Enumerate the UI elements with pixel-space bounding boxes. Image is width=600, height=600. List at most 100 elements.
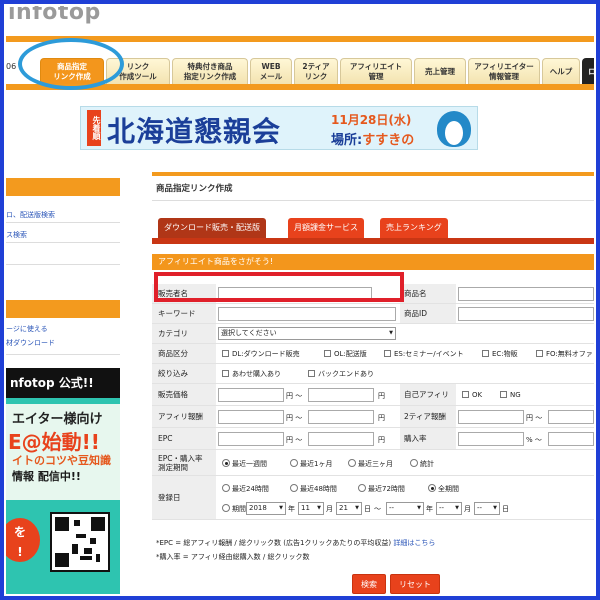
epc-min-input[interactable]	[218, 432, 284, 446]
tab-bonus-link[interactable]: 特典付き商品 指定リンク作成	[172, 58, 248, 84]
subtab-ranking[interactable]: 売上ランキング	[380, 218, 448, 238]
self-ng-checkbox[interactable]	[500, 391, 507, 398]
site-logo[interactable]: infotop	[8, 6, 101, 25]
search-button[interactable]: 検索	[352, 574, 386, 594]
month-from-select[interactable]: 11	[298, 502, 324, 515]
promo-line1: エイター様向け	[12, 412, 103, 427]
main-nav: 06 商品指定 リンク作成 リンク 作成ツール 特典付き商品 指定リンク作成 W…	[6, 48, 594, 88]
event-banner[interactable]: 先着順 北海道懇親会 11月28日(水) 場所:すすきの	[80, 106, 478, 150]
sidebar-link-search[interactable]: ス検索	[6, 230, 27, 240]
filter-backend-label: バックエンドあり	[318, 370, 374, 378]
day-to-select[interactable]: --	[474, 502, 500, 515]
self-affiliate-label: 自己アフィリ	[400, 384, 456, 405]
price-yen: 円	[378, 392, 385, 400]
epc-note-text: *EPC = 総アフィリ報酬 / 総クリック数 (広告1クリックあたりの平均収益…	[156, 539, 392, 547]
period-stats-radio[interactable]	[410, 459, 418, 467]
type-dl-checkbox[interactable]	[222, 350, 229, 357]
type-es-checkbox[interactable]	[384, 350, 391, 357]
month-to-select[interactable]: --	[436, 502, 462, 515]
promo-body: エイター様向け E@始動!! イトのコツや豆知識 情報 配信中!!	[6, 402, 120, 500]
reg-72h-radio[interactable]	[358, 484, 366, 492]
reward-min-input[interactable]	[218, 410, 284, 424]
screenshot-frame: infotop 06 商品指定 リンク作成 リンク 作成ツール 特典付き商品 指…	[0, 0, 600, 600]
epc-label: EPC	[152, 428, 216, 449]
epc-max-input[interactable]	[308, 432, 374, 446]
type-dl-label: DL:ダウンロード販売	[232, 350, 300, 358]
reg-72h-label: 最近72時間	[368, 485, 405, 493]
year-to-select[interactable]: --	[386, 502, 424, 515]
epc-yen-tilde: 円 ～	[286, 436, 303, 444]
tab-affiliator-info[interactable]: アフィリエイター 情報管理	[468, 58, 540, 84]
tab-help[interactable]: ヘルプ	[542, 58, 580, 84]
rate-note: *購入率 = アフィリ経由総購入数 / 総クリック数	[156, 553, 310, 561]
type-ec-label: EC:物販	[492, 350, 518, 358]
reg-48h-radio[interactable]	[290, 484, 298, 492]
tab-affiliate-manage[interactable]: アフィリエイト 管理	[340, 58, 412, 84]
subtab-download[interactable]: ダウンロード販売・配送版	[158, 218, 266, 238]
sidebar-link-dl-search[interactable]: ロ、配送版検索	[6, 210, 55, 220]
period-3month-radio[interactable]	[348, 459, 356, 467]
type-ol-label: OL:配送版	[334, 350, 367, 358]
category-select[interactable]: 選択してください	[218, 327, 396, 340]
year-from-select[interactable]: 2018	[246, 502, 286, 515]
price-min-input[interactable]	[218, 388, 284, 402]
self-ok-checkbox[interactable]	[462, 391, 469, 398]
period-week-radio[interactable]	[222, 459, 230, 467]
tier2-max-input[interactable]	[548, 410, 594, 424]
filter-backend-checkbox[interactable]	[308, 370, 315, 377]
period-month-radio[interactable]	[290, 459, 298, 467]
sidebar-header-materials	[6, 300, 120, 318]
tier2-yen-tilde: 円 ～	[526, 414, 543, 422]
row-price: 販売価格 円 ～ 円 自己アフィリ OK NG	[152, 384, 594, 406]
row-keyword: キーワード 商品ID	[152, 304, 594, 324]
filter-combo-checkbox[interactable]	[222, 370, 229, 377]
sidebar-divider	[6, 354, 120, 355]
product-name-input[interactable]	[458, 287, 594, 301]
epc-note: *EPC = 総アフィリ報酬 / 総クリック数 (広告1クリックあたりの平均収益…	[156, 538, 435, 548]
reward-label: アフィリ報酬	[152, 406, 216, 427]
reset-button[interactable]: リセット	[390, 574, 440, 594]
row-epc-period: EPC・購入率 測定期間 最近一週間 最近1ヶ月 最近三ヶ月 統計	[152, 450, 594, 476]
type-ol-checkbox[interactable]	[324, 350, 331, 357]
reg-period-label: 期間	[232, 505, 246, 513]
rate-max-input[interactable]	[548, 432, 594, 446]
subtab-bar	[152, 238, 594, 244]
sidebar-link-page-use[interactable]: ージに使える	[6, 324, 48, 334]
product-id-input[interactable]	[458, 307, 594, 321]
keyword-input[interactable]	[218, 307, 396, 321]
seller-name-input[interactable]	[218, 287, 372, 301]
tab-product-link[interactable]: 商品指定 リンク作成	[40, 58, 104, 84]
sidebar-divider	[6, 264, 120, 265]
tab-logout[interactable]: ロ	[582, 58, 594, 84]
period-stats-label: 統計	[420, 460, 434, 468]
day-from-select[interactable]: 21	[336, 502, 362, 515]
banner-date: 11月28日(水)	[331, 113, 412, 127]
tab-2tier-link[interactable]: 2ティア リンク	[294, 58, 338, 84]
page-title: 商品指定リンク作成	[156, 184, 233, 194]
type-fo-checkbox[interactable]	[536, 350, 543, 357]
reg-period-radio[interactable]	[222, 504, 230, 512]
line-promo-banner[interactable]: nfotop 公式!! エイター様向け E@始動!! イトのコツや豆知識 情報 …	[6, 368, 120, 594]
banner-place-label: 場所:	[331, 133, 363, 148]
reg-all-radio[interactable]	[428, 484, 436, 492]
seller-name-label: 販売者名	[152, 284, 216, 303]
reward-max-input[interactable]	[308, 410, 374, 424]
main-top-bar	[152, 172, 594, 176]
sidebar-link-material-dl[interactable]: 材ダウンロード	[6, 338, 55, 348]
tier2-min-input[interactable]	[458, 410, 524, 424]
details-link[interactable]: 詳細はこちら	[393, 539, 435, 547]
tab-web-mail[interactable]: WEB メール	[250, 58, 292, 84]
reg-date-label: 登録日	[152, 476, 216, 519]
day-unit: 日	[364, 505, 371, 513]
type-ec-checkbox[interactable]	[482, 350, 489, 357]
price-max-input[interactable]	[308, 388, 374, 402]
month-to-unit: 月	[464, 505, 471, 513]
reg-24h-radio[interactable]	[222, 484, 230, 492]
tab-sales-manage[interactable]: 売上管理	[414, 58, 466, 84]
tab-link-tool[interactable]: リンク 作成ツール	[106, 58, 170, 84]
rate-min-input[interactable]	[458, 432, 524, 446]
keyword-label: キーワード	[152, 304, 216, 323]
price-yen-tilde: 円 ～	[286, 392, 303, 400]
promo-line2: E@始動!!	[8, 430, 100, 454]
subtab-monthly[interactable]: 月額課金サービス	[288, 218, 364, 238]
